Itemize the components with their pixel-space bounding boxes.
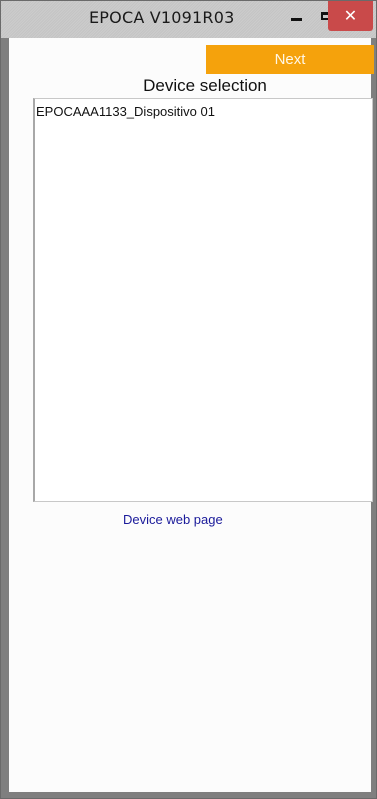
title-bar[interactable]: EPOCA V1091R03 ✕ [1,1,376,38]
client-area: Next Device selection EPOCAAA1133_Dispos… [9,38,374,792]
list-item[interactable]: EPOCAAA1133_Dispositivo 01 [36,104,215,119]
next-button[interactable]: Next [206,45,374,74]
close-button[interactable]: ✕ [328,1,373,31]
minimize-icon [290,17,302,21]
device-web-page-link[interactable]: Device web page [123,512,223,527]
page-title: Device selection [143,76,267,95]
minimize-button[interactable] [281,3,311,29]
device-list[interactable]: EPOCAAA1133_Dispositivo 01 [33,98,373,502]
app-window: EPOCA V1091R03 ✕ Next Device selection E… [0,0,377,799]
window-title: EPOCA V1091R03 [89,8,235,27]
close-icon: ✕ [343,6,358,25]
